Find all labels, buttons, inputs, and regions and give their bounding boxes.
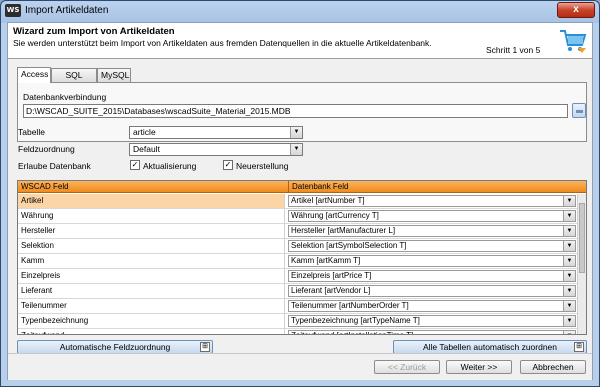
chevron-down-icon[interactable]: ▼ [563,211,575,221]
step-indicator: Schritt 1 von 5 [486,45,541,55]
database-field-value: Teilenummer [artNumberOrder T] [291,301,409,310]
auto-tables-label: Alle Tabellen automatisch zuordnen [422,342,558,352]
wscad-field-cell: Typenbezeichnung [18,314,285,328]
wscad-field-cell: Selektion [18,239,285,253]
table-row[interactable]: Artikel Artikel [artNumber T] ▼ [18,194,578,209]
create-checkbox[interactable]: ✓ [223,160,233,170]
wscad-field-cell: Kamm [18,254,285,268]
database-field-select[interactable]: Artikel [artNumber T] ▼ [288,195,576,207]
table-label: Tabelle [18,127,45,137]
connection-label: Datenbankverbindung [23,92,107,102]
title-bar[interactable]: WS Import Artikeldaten x [1,1,599,21]
import-window: WS Import Artikeldaten x Wizard zum Impo… [0,0,600,387]
database-field-value: Hersteller [artManufacturer L] [291,226,396,235]
chevron-down-icon[interactable]: ▼ [563,271,575,281]
wscad-app-icon: WS [5,4,21,17]
connection-path-input[interactable]: D:\WSCAD_SUITE_2015\Databases\wscadSuite… [23,104,568,118]
grid-scrollbar[interactable] [577,194,586,334]
database-field-value: Selektion [artSymbolSelection T] [291,241,407,250]
database-field-value: Lieferant [artVendor L] [291,286,371,295]
database-field-select[interactable]: Teilenummer [artNumberOrder T] ▼ [288,300,576,312]
chevron-down-icon[interactable]: ▼ [563,331,575,334]
table-row[interactable]: Hersteller Hersteller [artManufacturer L]… [18,224,578,239]
close-button[interactable]: x [557,2,595,18]
wscad-field-cell: Teilenummer [18,299,285,313]
tab-sql-server[interactable]: SQL Server [51,68,97,93]
database-field-select[interactable]: Selektion [artSymbolSelection T] ▼ [288,240,576,252]
database-field-select[interactable]: Währung [artCurrency T] ▼ [288,210,576,222]
window-title: Import Artikeldaten [25,5,109,16]
database-field-select[interactable]: Einzelpreis [artPrice T] ▼ [288,270,576,282]
expand-icon: ⊞ [200,342,210,352]
auto-mapping-button[interactable]: Automatische Feldzuordnung ⊞ [17,340,213,354]
mapping-label: Feldzuordnung [18,144,75,154]
back-button[interactable]: << Zurück [374,360,440,374]
database-field-select[interactable]: Kamm [artKamm T] ▼ [288,255,576,267]
database-field-select[interactable]: Zeitaufwand [artInstallationTime T] ▼ [288,330,576,334]
database-field-value: Zeitaufwand [artInstallationTime T] [291,331,413,334]
wizard-title: Wizard zum Import von Artikeldaten [13,26,175,37]
field-mapping-grid: WSCAD Feld Datenbank Feld Artikel Artikel… [17,180,587,335]
table-row[interactable]: Kamm Kamm [artKamm T] ▼ [18,254,578,269]
table-row[interactable]: Einzelpreis Einzelpreis [artPrice T] ▼ [18,269,578,284]
wscad-field-cell: Hersteller [18,224,285,238]
table-select-value: article [133,127,156,137]
column-header-wscad-field[interactable]: WSCAD Feld [18,181,288,193]
wscad-field-cell: Einzelpreis [18,269,285,283]
chevron-down-icon[interactable]: ▼ [563,286,575,296]
next-button[interactable]: Weiter >> [446,360,512,374]
expand-icon: ⊞ [574,342,584,352]
cancel-button[interactable]: Abbrechen [520,360,586,374]
update-checkbox[interactable]: ✓ [130,160,140,170]
table-row[interactable]: Währung Währung [artCurrency T] ▼ [18,209,578,224]
create-label: Neuerstellung [236,161,289,171]
tab-access[interactable]: Access [17,67,51,83]
wscad-field-cell: Währung [18,209,285,223]
database-field-value: Einzelpreis [artPrice T] [291,271,372,280]
mapping-select[interactable]: Default ▼ [129,143,303,156]
wscad-field-cell: Artikel [18,194,285,208]
update-label: Aktualisierung [143,161,197,171]
chevron-down-icon[interactable]: ▼ [563,241,575,251]
wscad-field-cell: Lieferant [18,284,285,298]
column-header-database-field[interactable]: Datenbank Feld [288,181,578,193]
auto-mapping-label: Automatische Feldzuordnung [59,342,171,352]
tab-mysql[interactable]: MySQL [97,68,131,82]
database-field-value: Währung [artCurrency T] [291,211,379,220]
chevron-down-icon[interactable]: ▼ [563,316,575,326]
grid-header: WSCAD Feld Datenbank Feld [18,181,586,193]
database-field-value: Artikel [artNumber T] [291,196,365,205]
auto-tables-button[interactable]: Alle Tabellen automatisch zuordnen ⊞ [393,340,587,354]
table-row[interactable]: Lieferant Lieferant [artVendor L] ▼ [18,284,578,299]
chevron-down-icon[interactable]: ▼ [290,127,302,138]
database-field-value: Typenbezeichnung [artTypeName T] [291,316,420,325]
database-field-select[interactable]: Hersteller [artManufacturer L] ▼ [288,225,576,237]
chevron-down-icon[interactable]: ▼ [563,256,575,266]
wscad-field-cell: Zeitaufwand [18,329,285,334]
wizard-subtitle: Sie werden unterstützt beim Import von A… [13,38,432,48]
database-field-value: Kamm [artKamm T] [291,256,361,265]
table-select[interactable]: article ▼ [129,126,303,139]
database-field-select[interactable]: Lieferant [artVendor L] ▼ [288,285,576,297]
wizard-client-area: Wizard zum Import von Artikeldaten Sie w… [7,22,593,380]
table-row[interactable]: Typenbezeichnung Typenbezeichnung [artTyp… [18,314,578,329]
allow-database-label: Erlaube Datenbank [18,161,91,171]
shopping-cart-icon [560,30,587,53]
browse-button[interactable] [572,103,586,118]
wizard-footer: << Zurück Weiter >> Abbrechen [8,353,592,380]
chevron-down-icon[interactable]: ▼ [563,196,575,206]
scrollbar-thumb[interactable] [579,203,585,273]
table-row[interactable]: Selektion Selektion [artSymbolSelection T… [18,239,578,254]
chevron-down-icon[interactable]: ▼ [563,226,575,236]
table-row[interactable]: Teilenummer Teilenummer [artNumberOrder T… [18,299,578,314]
chevron-down-icon[interactable]: ▼ [563,301,575,311]
table-row[interactable]: ZeitaufwandZeitaufwand [artInstallationT… [18,329,578,334]
wizard-header: Wizard zum Import von Artikeldaten Sie w… [8,23,592,59]
chevron-down-icon[interactable]: ▼ [290,144,302,155]
database-field-select[interactable]: Typenbezeichnung [artTypeName T] ▼ [288,315,576,327]
mapping-select-value: Default [133,144,160,154]
